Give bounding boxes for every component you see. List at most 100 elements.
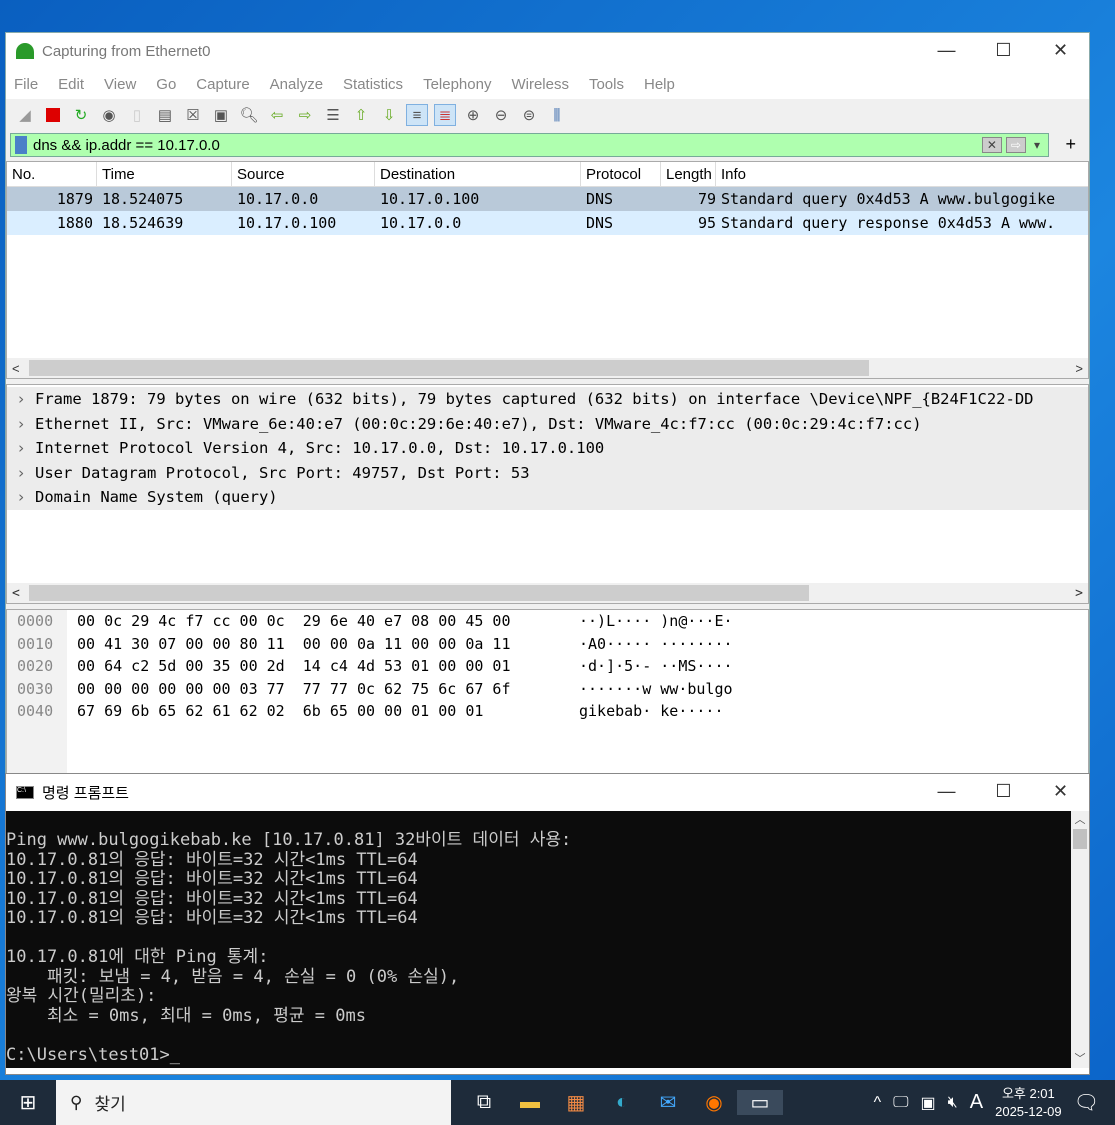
clear-filter-icon[interactable]: ✕ [981, 137, 1002, 153]
volume-muted-icon[interactable]: 🔇︎ [948, 1094, 958, 1112]
resize-columns-icon[interactable]: ⫼ [546, 104, 568, 126]
packet-list-hscrollbar[interactable]: < > [7, 358, 1088, 378]
detail-ethernet[interactable]: › Ethernet II, Src: VMware_6e:40:e7 (00:0… [7, 411, 1088, 436]
menu-statistics[interactable]: Statistics [343, 76, 403, 93]
network-icon[interactable]: 🖵 [893, 1094, 908, 1112]
byte-hex[interactable]: 67 69 6b 65 62 61 62 02 6b 65 00 00 01 0… [77, 702, 579, 720]
go-forward-icon[interactable]: ⇨ [294, 104, 316, 126]
detail-dns[interactable]: › Domain Name System (query) [7, 485, 1088, 510]
display-filter-input[interactable]: dns && ip.addr == 10.17.0.0 ✕ ⇨ ▾ + [10, 133, 1076, 157]
ime-indicator[interactable]: A [970, 1091, 983, 1114]
col-protocol[interactable]: Protocol [581, 162, 661, 186]
restart-capture-icon[interactable]: ↻ [70, 104, 92, 126]
stop-capture-icon[interactable] [42, 104, 64, 126]
first-packet-icon[interactable]: ⇧ [350, 104, 372, 126]
byte-hex[interactable]: 00 0c 29 4c f7 cc 00 0c 29 6e 40 e7 08 0… [77, 612, 579, 630]
command-prompt-window: C:\ 명령 프롬프트 — ☐ ✕ Ping www.bulgogikebab.ke… [5, 773, 1090, 1075]
menu-file[interactable]: File [14, 76, 38, 93]
byte-ascii[interactable]: ·······w ww·bulgo [579, 680, 733, 698]
bytes-row: 0030 00 00 00 00 00 00 03 77 77 77 0c 62 … [7, 678, 1088, 701]
cmd-vscrollbar[interactable]: ︿ ﹀ [1071, 811, 1089, 1068]
store-icon[interactable]: ▦ [553, 1090, 599, 1115]
close-file-icon[interactable]: ☒ [182, 104, 204, 126]
find-packet-icon[interactable]: 🔍︎ [238, 104, 260, 126]
reload-icon[interactable]: ▣ [210, 104, 232, 126]
last-packet-icon[interactable]: ⇩ [378, 104, 400, 126]
add-filter-button[interactable]: + [1065, 134, 1076, 155]
col-time[interactable]: Time [97, 162, 232, 186]
show-hidden-icons[interactable]: ^ [874, 1094, 882, 1112]
bookmark-icon[interactable] [15, 136, 27, 154]
clock[interactable]: 오후 2:01 2025-12-09 [995, 1085, 1062, 1121]
file-explorer-icon[interactable]: ▬ [507, 1091, 553, 1114]
menu-analyze[interactable]: Analyze [270, 76, 323, 93]
firefox-icon[interactable]: ◉ [691, 1090, 737, 1115]
byte-ascii[interactable]: ··)L···· )n@···E· [579, 612, 733, 630]
menu-view[interactable]: View [104, 76, 136, 93]
menu-capture[interactable]: Capture [196, 76, 249, 93]
expand-icon[interactable]: › [7, 464, 35, 482]
packet-length: 95 [697, 214, 716, 232]
byte-hex[interactable]: 00 64 c2 5d 00 35 00 2d 14 c4 4d 53 01 0… [77, 657, 579, 675]
taskbar-search[interactable]: ⚲ 찾기 [56, 1080, 451, 1125]
menu-tools[interactable]: Tools [589, 76, 624, 93]
open-file-icon[interactable]: ▯ [126, 104, 148, 126]
byte-ascii[interactable]: gikebab· ke····· [579, 702, 724, 720]
byte-ascii[interactable]: ·d·]·5·- ··MS···· [579, 657, 733, 675]
start-capture-icon[interactable]: ◢ [14, 104, 36, 126]
packet-row[interactable]: 1880 18.524639 10.17.0.100 10.17.0.0 DNS… [7, 211, 1088, 235]
expand-icon[interactable]: › [7, 439, 35, 457]
mail-icon[interactable]: ✉ [645, 1090, 691, 1115]
detail-frame[interactable]: › Frame 1879: 79 bytes on wire (632 bits)… [7, 387, 1088, 412]
menu-wireless[interactable]: Wireless [511, 76, 569, 93]
col-source[interactable]: Source [232, 162, 375, 186]
filter-dropdown-icon[interactable]: ▾ [1030, 138, 1044, 152]
console-line: 10.17.0.81에 대한 Ping 통계: [6, 947, 269, 967]
detail-ip[interactable]: › Internet Protocol Version 4, Src: 10.17… [7, 436, 1088, 461]
menu-telephony[interactable]: Telephony [423, 76, 491, 93]
byte-hex[interactable]: 00 00 00 00 00 00 03 77 77 77 0c 62 75 6… [77, 680, 579, 698]
title-bar: Capturing from Ethernet0 — ☐ ✕ [6, 33, 1089, 69]
packet-row[interactable]: 1879 18.524075 10.17.0.0 10.17.0.100 DNS… [7, 187, 1088, 211]
byte-ascii[interactable]: ·A0····· ········ [579, 635, 733, 653]
save-file-icon[interactable]: ▤ [154, 104, 176, 126]
notifications-icon[interactable]: 🗨︎ [1074, 1090, 1099, 1115]
bytes-row: 0040 67 69 6b 65 62 61 62 02 6b 65 00 00 … [7, 700, 1088, 723]
capture-options-icon[interactable]: ◉ [98, 104, 120, 126]
close-button[interactable]: ✕ [1032, 33, 1089, 67]
go-back-icon[interactable]: ⇦ [266, 104, 288, 126]
menu-go[interactable]: Go [156, 76, 176, 93]
col-no[interactable]: No. [7, 162, 97, 186]
col-info[interactable]: Info [716, 162, 1088, 186]
expand-icon[interactable]: › [7, 488, 35, 506]
console-output[interactable]: Ping www.bulgogikebab.ke [10.17.0.81] 32… [6, 811, 1071, 1068]
autoscroll-icon[interactable]: ≡ [406, 104, 428, 126]
cmd-taskbar-icon[interactable]: ▭ [737, 1090, 783, 1115]
vm-tools-icon[interactable]: ▣ [921, 1093, 936, 1113]
menu-help[interactable]: Help [644, 76, 675, 93]
colorize-icon[interactable]: ≣ [434, 104, 456, 126]
detail-text: Internet Protocol Version 4, Src: 10.17.… [35, 439, 605, 458]
go-to-packet-icon[interactable]: ☰ [322, 104, 344, 126]
col-length[interactable]: Length [661, 162, 716, 186]
cmd-minimize-button[interactable]: — [918, 774, 975, 808]
detail-udp[interactable]: › User Datagram Protocol, Src Port: 49757… [7, 460, 1088, 485]
expand-icon[interactable]: › [7, 415, 35, 433]
apply-filter-icon[interactable]: ⇨ [1005, 137, 1026, 153]
task-view-icon[interactable]: ⧉ [461, 1091, 507, 1114]
minimize-button[interactable]: — [918, 33, 975, 67]
maximize-button[interactable]: ☐ [975, 33, 1032, 67]
details-hscrollbar[interactable]: < > [7, 583, 1088, 603]
windows-start-icon[interactable]: ⊞ [0, 1090, 56, 1115]
cmd-close-button[interactable]: ✕ [1032, 774, 1089, 808]
expand-icon[interactable]: › [7, 390, 35, 408]
zoom-out-icon[interactable]: ⊖ [490, 104, 512, 126]
normal-size-icon[interactable]: ⊜ [518, 104, 540, 126]
byte-hex[interactable]: 00 41 30 07 00 00 80 11 00 00 0a 11 00 0… [77, 635, 579, 653]
zoom-in-icon[interactable]: ⊕ [462, 104, 484, 126]
edge-icon[interactable]: ◐ [599, 1091, 645, 1114]
menu-edit[interactable]: Edit [58, 76, 84, 93]
wireshark-window: Capturing from Ethernet0 — ☐ ✕ File Edit V… [5, 32, 1090, 777]
cmd-maximize-button[interactable]: ☐ [975, 774, 1032, 808]
col-destination[interactable]: Destination [375, 162, 581, 186]
